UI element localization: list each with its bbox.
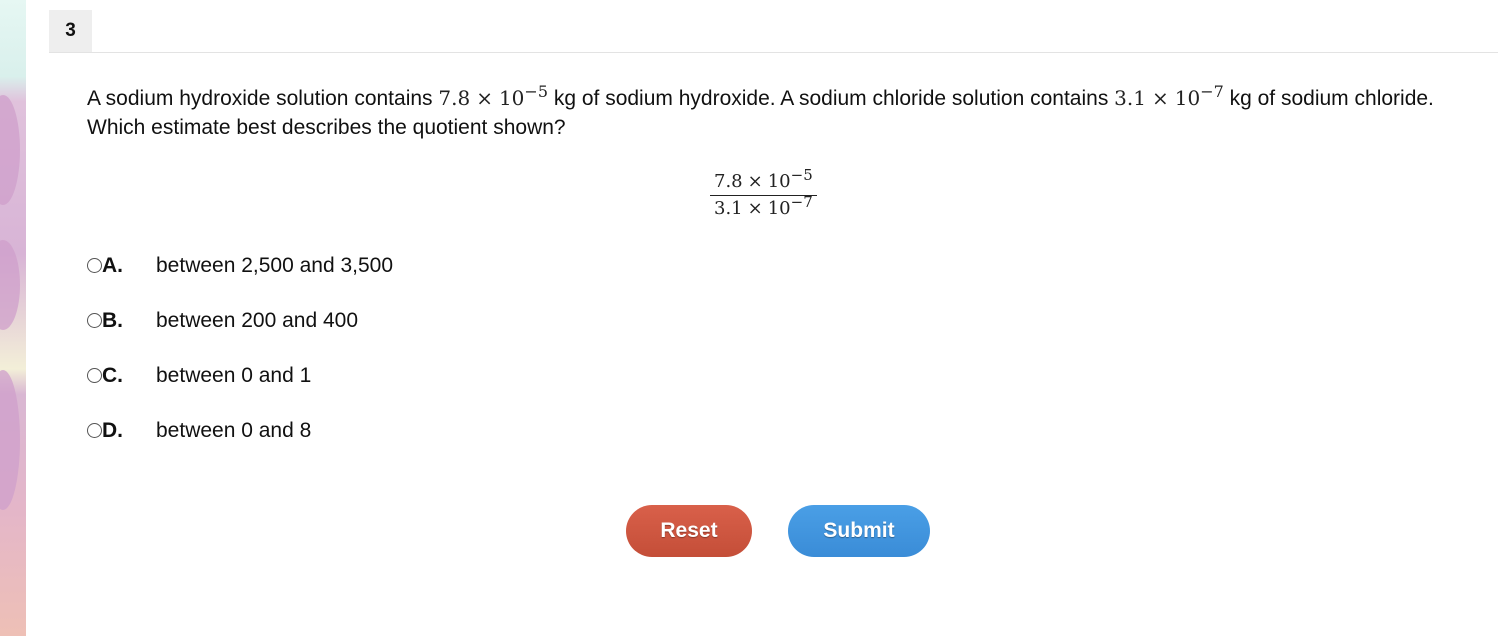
math-mass-sodium-hydroxide: 7.8 × 10−5 — [438, 84, 548, 111]
math-exponent: −5 — [790, 166, 813, 184]
decorative-shape — [0, 95, 20, 205]
math-base: 10 — [767, 198, 791, 219]
choice-c[interactable]: C. between 0 and 1 — [87, 362, 393, 417]
choice-text: between 200 and 400 — [156, 309, 359, 332]
math-operator: × — [747, 171, 763, 192]
math-exponent: −5 — [524, 82, 548, 101]
question-text-part2: kg of sodium hydroxide. A sodium chlorid… — [548, 87, 1115, 110]
fraction-denominator: 3.1 × 10−7 — [710, 193, 817, 221]
math-coefficient: 7.8 — [714, 171, 743, 192]
radio-button-a[interactable] — [87, 258, 102, 273]
choice-text: between 0 and 1 — [156, 364, 312, 387]
question-text: A sodium hydroxide solution contains 7.8… — [87, 84, 1457, 142]
math-coefficient: 7.8 — [438, 86, 471, 110]
question-text-part1: A sodium hydroxide solution contains — [87, 87, 439, 110]
radio-button-b[interactable] — [87, 313, 102, 328]
math-operator: × — [747, 198, 763, 219]
math-operator: × — [1151, 86, 1169, 110]
submit-button[interactable]: Submit — [788, 505, 930, 557]
choice-letter: C. — [102, 364, 123, 387]
math-operator: × — [476, 86, 493, 110]
math-base: 10 — [1174, 86, 1201, 110]
question-header: 3 — [49, 10, 1498, 53]
reset-button[interactable]: Reset — [626, 505, 752, 557]
decorative-side-strip — [0, 0, 26, 636]
radio-button-c[interactable] — [87, 368, 102, 383]
math-base: 10 — [498, 86, 525, 110]
quotient-fraction: 7.8 × 10−5 3.1 × 10−7 — [710, 168, 817, 221]
decorative-shape — [0, 370, 20, 510]
choice-a[interactable]: A. between 2,500 and 3,500 — [87, 252, 393, 307]
decorative-shape — [0, 240, 20, 330]
choice-b[interactable]: B. between 200 and 400 — [87, 307, 393, 362]
choice-text: between 0 and 8 — [156, 419, 312, 442]
choice-d[interactable]: D. between 0 and 8 — [87, 417, 393, 472]
math-exponent: −7 — [1200, 82, 1224, 101]
math-coefficient: 3.1 — [1114, 86, 1146, 110]
math-coefficient: 3.1 — [714, 198, 743, 219]
math-mass-sodium-chloride: 3.1 × 10−7 — [1114, 84, 1224, 111]
choice-letter: B. — [102, 309, 123, 332]
choice-text: between 2,500 and 3,500 — [156, 254, 394, 277]
math-exponent: −7 — [790, 193, 813, 211]
answer-choices: A. between 2,500 and 3,500 B. between 20… — [87, 252, 393, 472]
choice-letter: A. — [102, 254, 123, 277]
math-base: 10 — [767, 171, 791, 192]
choice-letter: D. — [102, 419, 123, 442]
question-number: 3 — [49, 10, 92, 52]
radio-button-d[interactable] — [87, 423, 102, 438]
